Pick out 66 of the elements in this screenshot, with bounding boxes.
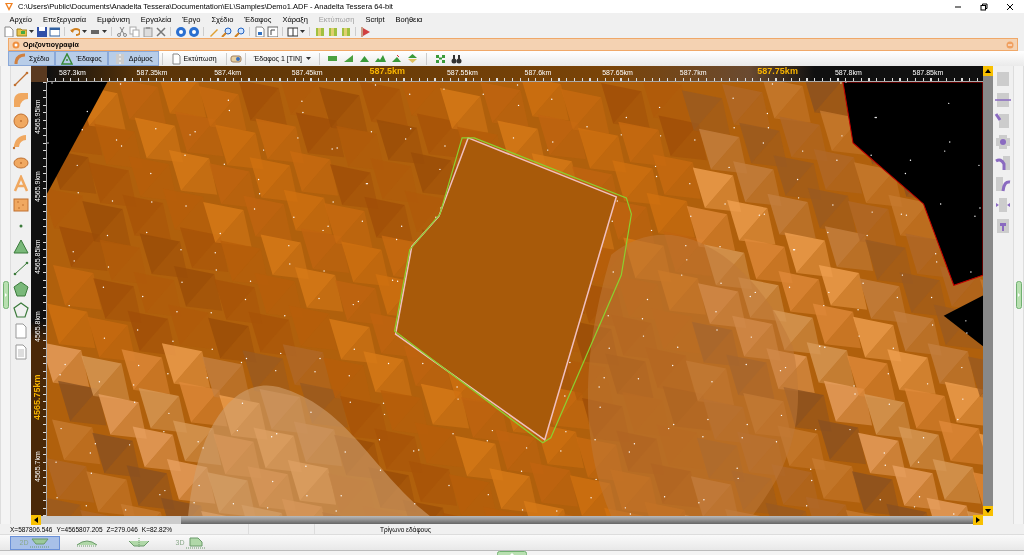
collapse-handle[interactable] bbox=[2, 281, 9, 309]
caret-icon[interactable] bbox=[102, 28, 107, 34]
ruler-corner bbox=[31, 66, 47, 82]
vertical-scrollbar[interactable] bbox=[983, 66, 993, 516]
caret-icon[interactable] bbox=[300, 28, 305, 34]
up-down-icon[interactable] bbox=[406, 52, 418, 64]
scroll-up-icon[interactable] bbox=[985, 69, 991, 73]
pentagon-outline-icon[interactable] bbox=[12, 301, 30, 319]
new-file-icon[interactable] bbox=[3, 25, 14, 37]
scroll-left-icon[interactable] bbox=[34, 517, 38, 523]
ellipse-tool-icon[interactable] bbox=[12, 154, 30, 172]
page-icon bbox=[171, 52, 181, 65]
circle-tool-icon[interactable] bbox=[12, 112, 30, 130]
ruler-label: 4565.75km bbox=[31, 373, 43, 422]
ruler-label: 587.5km bbox=[369, 66, 406, 78]
scroll-down-icon[interactable] bbox=[985, 509, 991, 513]
triangle-network-icon bbox=[61, 52, 74, 65]
binoculars-icon[interactable] bbox=[450, 52, 462, 64]
road-barrier-icon[interactable] bbox=[994, 217, 1012, 235]
caret-icon[interactable] bbox=[82, 28, 87, 34]
frame-icon[interactable] bbox=[267, 25, 278, 37]
zoom-icon[interactable] bbox=[221, 25, 232, 37]
hatch-tool-icon[interactable] bbox=[12, 196, 30, 214]
road-branch-icon[interactable] bbox=[994, 154, 1012, 172]
layer-icon[interactable] bbox=[314, 25, 325, 37]
caret-icon bbox=[305, 56, 311, 61]
arc-tool-icon bbox=[14, 52, 26, 65]
save-icon[interactable] bbox=[36, 25, 47, 37]
arc-tool-icon[interactable] bbox=[12, 91, 30, 109]
roundabout-icon[interactable] bbox=[994, 133, 1012, 151]
model-icon bbox=[186, 536, 207, 549]
grid-points-icon[interactable] bbox=[434, 52, 446, 64]
ruler-label: 587.75km bbox=[757, 66, 799, 78]
restore-icon[interactable] bbox=[980, 2, 988, 11]
collapse-handle[interactable] bbox=[1015, 281, 1022, 309]
delete-icon[interactable] bbox=[155, 25, 166, 37]
text-tool-icon[interactable] bbox=[12, 175, 30, 193]
zoom-icon[interactable] bbox=[234, 25, 245, 37]
curve-right-icon[interactable] bbox=[994, 175, 1012, 193]
cross-section-icon bbox=[129, 536, 149, 549]
peak-icon[interactable] bbox=[390, 52, 402, 64]
panel-icon bbox=[12, 40, 20, 49]
scroll-right-icon[interactable] bbox=[976, 517, 980, 523]
triangle-tool-icon[interactable] bbox=[12, 238, 30, 256]
caret-icon[interactable] bbox=[29, 28, 34, 34]
road-crossing-icon[interactable] bbox=[994, 91, 1012, 109]
page-icon[interactable] bbox=[254, 25, 265, 37]
disc-icon[interactable] bbox=[175, 25, 186, 37]
scrollbar-thumb[interactable] bbox=[181, 516, 973, 524]
panes-icon[interactable] bbox=[287, 25, 298, 37]
road-merge-icon[interactable] bbox=[994, 112, 1012, 130]
filled-pentagon-icon[interactable] bbox=[12, 280, 30, 298]
road-narrowing-icon[interactable] bbox=[994, 196, 1012, 214]
window-icon[interactable] bbox=[49, 25, 60, 37]
paste-icon[interactable] bbox=[142, 25, 153, 37]
copy-icon[interactable] bbox=[129, 25, 140, 37]
close-icon[interactable] bbox=[1006, 2, 1014, 11]
horizontal-scrollbar[interactable] bbox=[31, 516, 983, 524]
road-icon bbox=[113, 52, 126, 65]
layer-icon[interactable] bbox=[327, 25, 338, 37]
polyline-tool-icon[interactable] bbox=[12, 259, 30, 277]
plan-icon bbox=[30, 536, 51, 549]
disc-icon[interactable] bbox=[188, 25, 199, 37]
layer-icon[interactable] bbox=[340, 25, 351, 37]
cut-icon[interactable] bbox=[116, 25, 127, 37]
line-tool-icon[interactable] bbox=[12, 70, 30, 88]
